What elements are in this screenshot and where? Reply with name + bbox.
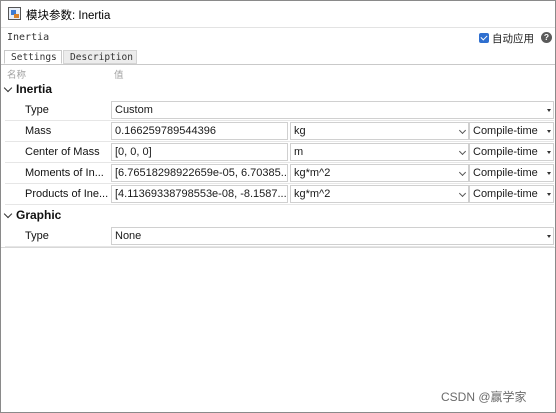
tab-description[interactable]: Description [63, 50, 137, 64]
unit-value: m [294, 146, 304, 158]
mode-value: Compile-time [473, 188, 538, 200]
mode-value: Compile-time [473, 125, 538, 137]
com-unit-dropdown[interactable]: m [290, 143, 469, 161]
chevron-down-icon [458, 126, 467, 135]
chevron-down-icon[interactable] [3, 83, 13, 93]
row-label: Mass [25, 125, 52, 137]
block-parameters-dialog: 模块参数: Inertia Inertia 自动应用 ? Settings De… [0, 0, 556, 413]
moments-mode-dropdown[interactable]: Compile-time [469, 164, 554, 182]
watermark: CSDN @赢学家 [441, 390, 527, 404]
row-graphic-type: Type None [5, 226, 554, 247]
dropdown-arrow-icon [547, 151, 551, 154]
auto-apply-checkbox[interactable] [479, 33, 489, 43]
products-mode-dropdown[interactable]: Compile-time [469, 185, 554, 203]
column-header-value: 值 [114, 70, 124, 81]
mass-mode-dropdown[interactable]: Compile-time [469, 122, 554, 140]
unit-value: kg*m^2 [294, 188, 331, 200]
chevron-down-icon [458, 189, 467, 198]
tab-settings[interactable]: Settings [4, 50, 62, 64]
chevron-down-icon [458, 168, 467, 177]
dropdown-arrow-icon [547, 235, 551, 238]
window-title: 模块参数: Inertia [26, 10, 111, 22]
tab-bar: Settings Description [1, 50, 555, 65]
dropdown-arrow-icon [547, 172, 551, 175]
products-value-field[interactable]: [4.11369338798553e-08, -8.1587... [111, 185, 288, 203]
dropdown-value: Custom [115, 104, 153, 116]
row-label: Products of Ine... [25, 188, 109, 200]
auto-apply-toggle[interactable]: 自动应用 [479, 31, 534, 45]
row-inertia-type: Type Custom [5, 100, 554, 121]
products-unit-dropdown[interactable]: kg*m^2 [290, 185, 469, 203]
row-mass: Mass 0.166259789544396 kg Compile-time [5, 121, 554, 142]
group-label: Graphic [16, 208, 62, 222]
auto-apply-label: 自动应用 [492, 32, 534, 45]
mode-value: Compile-time [473, 146, 538, 158]
block-icon [8, 7, 21, 20]
inertia-type-dropdown[interactable]: Custom [111, 101, 554, 119]
group-label: Inertia [16, 82, 53, 96]
grid-bottom-divider [1, 247, 555, 248]
group-graphic[interactable]: Graphic [1, 207, 555, 225]
chevron-down-icon[interactable] [3, 209, 13, 219]
title-divider [1, 27, 555, 28]
mass-unit-dropdown[interactable]: kg [290, 122, 469, 140]
row-label: Center of Mass [25, 146, 100, 158]
mode-value: Compile-time [473, 167, 538, 179]
chevron-down-icon [458, 147, 467, 156]
row-label: Type [25, 230, 49, 242]
question-mark-icon[interactable]: ? [541, 32, 552, 43]
dropdown-value: None [115, 230, 142, 242]
row-label: Moments of In... [25, 167, 104, 179]
block-name: Inertia [7, 32, 50, 43]
group-inertia[interactable]: Inertia [1, 81, 555, 99]
unit-value: kg*m^2 [294, 167, 331, 179]
com-value-field[interactable]: [0, 0, 0] [111, 143, 288, 161]
moments-value-field[interactable]: [6.76518298922659e-05, 6.70385... [111, 164, 288, 182]
title-bar: 模块参数: Inertia [1, 1, 555, 27]
row-moments-of-inertia: Moments of In... [6.76518298922659e-05, … [5, 163, 554, 184]
row-center-of-mass: Center of Mass [0, 0, 0] m Compile-time [5, 142, 554, 163]
dropdown-arrow-icon [547, 109, 551, 112]
com-mode-dropdown[interactable]: Compile-time [469, 143, 554, 161]
row-label: Type [25, 104, 49, 116]
column-header-name: 名称 [7, 70, 27, 81]
unit-value: kg [294, 125, 306, 137]
mass-value-field[interactable]: 0.166259789544396 [111, 122, 288, 140]
graphic-type-dropdown[interactable]: None [111, 227, 554, 245]
moments-unit-dropdown[interactable]: kg*m^2 [290, 164, 469, 182]
dropdown-arrow-icon [547, 193, 551, 196]
dropdown-arrow-icon [547, 130, 551, 133]
row-products-of-inertia: Products of Ine... [4.11369338798553e-08… [5, 184, 554, 205]
